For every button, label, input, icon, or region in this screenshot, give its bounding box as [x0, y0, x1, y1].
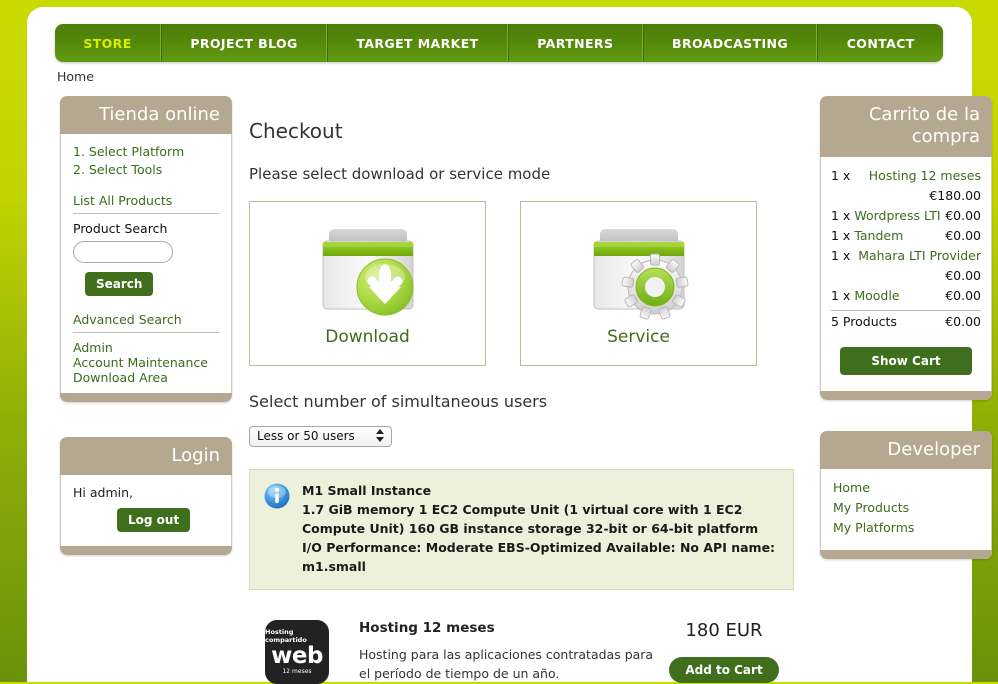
- product-name: Hosting 12 meses: [359, 619, 495, 636]
- cart-item: 1 x Tandem €0.00: [831, 226, 981, 246]
- page-card: STORE PROJECT BLOG TARGET MARKET PARTNERS BR…: [27, 7, 992, 684]
- product-search-input[interactable]: [73, 241, 173, 263]
- nav-item-broadcasting[interactable]: BROADCASTING: [642, 24, 818, 62]
- download-folder-icon: [309, 221, 427, 325]
- mode-card-download-label: Download: [325, 326, 410, 347]
- cart-item-price: €0.00: [945, 288, 981, 303]
- cart-item-price: €0.00: [945, 268, 981, 283]
- product-thumb-main-text: web: [271, 642, 323, 669]
- users-select[interactable]: Less or 50 users: [249, 425, 392, 447]
- store-panel-body: 1. Select Platform 2. Select Tools List …: [60, 134, 232, 393]
- product-info: Hosting 12 meses Hosting para las aplica…: [359, 620, 654, 683]
- nav-item-target-market[interactable]: TARGET MARKET: [327, 24, 508, 62]
- developer-link-my-products[interactable]: My Products: [833, 498, 979, 518]
- product-row: Hosting compartido web 12 meses Hosting …: [249, 619, 794, 684]
- instance-info-box: M1 Small Instance 1.7 GiB memory 1 EC2 C…: [249, 468, 794, 590]
- page-title: Checkout: [249, 119, 343, 143]
- users-heading: Select number of simultaneous users: [249, 392, 548, 411]
- login-panel-body: Hi admin, Log out: [60, 475, 232, 546]
- cart-total-row: 5 Products €0.00: [831, 310, 981, 329]
- instance-info-title: M1 Small Instance: [302, 482, 432, 498]
- cart-total-label: 5 Products: [831, 314, 897, 329]
- cart-item: 1 x Mahara LTI Provider €0.00: [831, 246, 981, 286]
- sidebar-item-admin[interactable]: Admin: [73, 340, 219, 355]
- sidebar-panel-login: Login Hi admin, Log out: [60, 437, 232, 555]
- breadcrumb[interactable]: Home: [57, 69, 94, 84]
- product-purchase-area: 180 EUR Add to Cart: [654, 620, 794, 683]
- store-panel-footer: [60, 393, 232, 402]
- cart-item: 1 x Hosting 12 meses €180.00: [831, 166, 981, 206]
- product-search-label: Product Search: [73, 221, 168, 236]
- cart-item-name[interactable]: Tandem: [854, 226, 903, 246]
- developer-panel-body: Home My Products My Platforms: [820, 469, 992, 550]
- cart-item-qty: 1 x: [831, 288, 851, 303]
- cart-item-name[interactable]: Mahara LTI Provider: [858, 246, 981, 266]
- logout-button[interactable]: Log out: [117, 508, 191, 532]
- cart-item-price: €180.00: [929, 188, 981, 203]
- sidebar-panel-cart: Carrito de la compra 1 x Hosting 12 meses…: [820, 96, 992, 400]
- nav-item-contact[interactable]: CONTACT: [817, 24, 943, 62]
- product-description: Hosting para las aplicaciones contratada…: [359, 646, 654, 681]
- sidebar-item-account-maintenance[interactable]: Account Maintenance: [73, 355, 219, 370]
- cart-item-qty: 1 x: [831, 248, 851, 263]
- info-icon: [264, 483, 290, 509]
- add-to-cart-button[interactable]: Add to Cart: [669, 656, 779, 683]
- instance-info-text: M1 Small Instance 1.7 GiB memory 1 EC2 C…: [302, 481, 779, 576]
- cart-item-name[interactable]: Wordpress LTI: [854, 206, 940, 226]
- sidebar-item-advanced-search[interactable]: Advanced Search: [73, 312, 219, 333]
- mode-card-service-label: Service: [607, 326, 670, 347]
- product-thumbnail: Hosting compartido web 12 meses: [265, 619, 329, 684]
- cart-item-name[interactable]: Moodle: [854, 286, 899, 306]
- nav-item-project-blog[interactable]: PROJECT BLOG: [160, 24, 328, 62]
- sidebar-panel-store: Tienda online 1. Select Platform 2. Sele…: [60, 96, 232, 402]
- sidebar-item-select-platform[interactable]: 1. Select Platform: [73, 144, 219, 159]
- mode-card-service[interactable]: Service: [520, 201, 757, 366]
- nav-item-partners[interactable]: PARTNERS: [507, 24, 643, 62]
- product-thumb-bottom-text: 12 meses: [282, 667, 312, 675]
- primary-navigation: STORE PROJECT BLOG TARGET MARKET PARTNERS BR…: [55, 24, 943, 62]
- users-select-wrapper: Less or 50 users: [249, 425, 392, 447]
- search-button[interactable]: Search: [85, 272, 154, 296]
- cart-item-price: €0.00: [945, 228, 981, 243]
- cart-item-name[interactable]: Hosting 12 meses: [869, 166, 981, 186]
- cart-item: 1 x Moodle €0.00: [831, 286, 981, 306]
- developer-link-home[interactable]: Home: [833, 478, 979, 498]
- cart-item-qty: 1 x: [831, 168, 851, 183]
- cart-panel-title: Carrito de la compra: [820, 96, 992, 157]
- sidebar-panel-developer: Developer Home My Products My Platforms: [820, 431, 992, 559]
- product-price: 180 EUR: [685, 619, 763, 641]
- login-greeting: Hi admin,: [73, 485, 133, 500]
- cart-item-price: €0.00: [945, 208, 981, 223]
- cart-panel-footer: [820, 391, 992, 400]
- developer-panel-title: Developer: [820, 431, 992, 469]
- cart-total-price: €0.00: [945, 314, 981, 329]
- mode-prompt: Please select download or service mode: [249, 165, 551, 183]
- nav-item-store[interactable]: STORE: [55, 24, 161, 62]
- cart-item: 1 x Wordpress LTI €0.00: [831, 206, 981, 226]
- service-gear-folder-icon: [580, 221, 698, 325]
- show-cart-button[interactable]: Show Cart: [840, 347, 972, 375]
- cart-panel-body: 1 x Hosting 12 meses €180.00 1 x Wordpress L…: [820, 157, 992, 391]
- store-panel-title: Tienda online: [60, 96, 232, 134]
- main-content: Checkout Please select download or servi…: [249, 119, 805, 684]
- developer-panel-footer: [820, 550, 992, 559]
- cart-item-list: 1 x Hosting 12 meses €180.00 1 x Wordpress L…: [831, 166, 981, 306]
- product-thumb-top-text: Hosting compartido: [265, 627, 307, 644]
- sidebar-item-select-tools[interactable]: 2. Select Tools: [73, 162, 219, 177]
- login-panel-footer: [60, 546, 232, 555]
- mode-card-group: Download Service: [249, 201, 805, 366]
- cart-item-qty: 1 x: [831, 228, 851, 243]
- mode-card-download[interactable]: Download: [249, 201, 486, 366]
- sidebar-item-download-area[interactable]: Download Area: [73, 370, 219, 385]
- developer-link-my-platforms[interactable]: My Platforms: [833, 518, 979, 538]
- sidebar-item-list-all-products[interactable]: List All Products: [73, 193, 219, 214]
- login-panel-title: Login: [60, 437, 232, 475]
- instance-info-body: 1.7 GiB memory 1 EC2 Compute Unit (1 vir…: [302, 501, 776, 574]
- cart-item-qty: 1 x: [831, 208, 851, 223]
